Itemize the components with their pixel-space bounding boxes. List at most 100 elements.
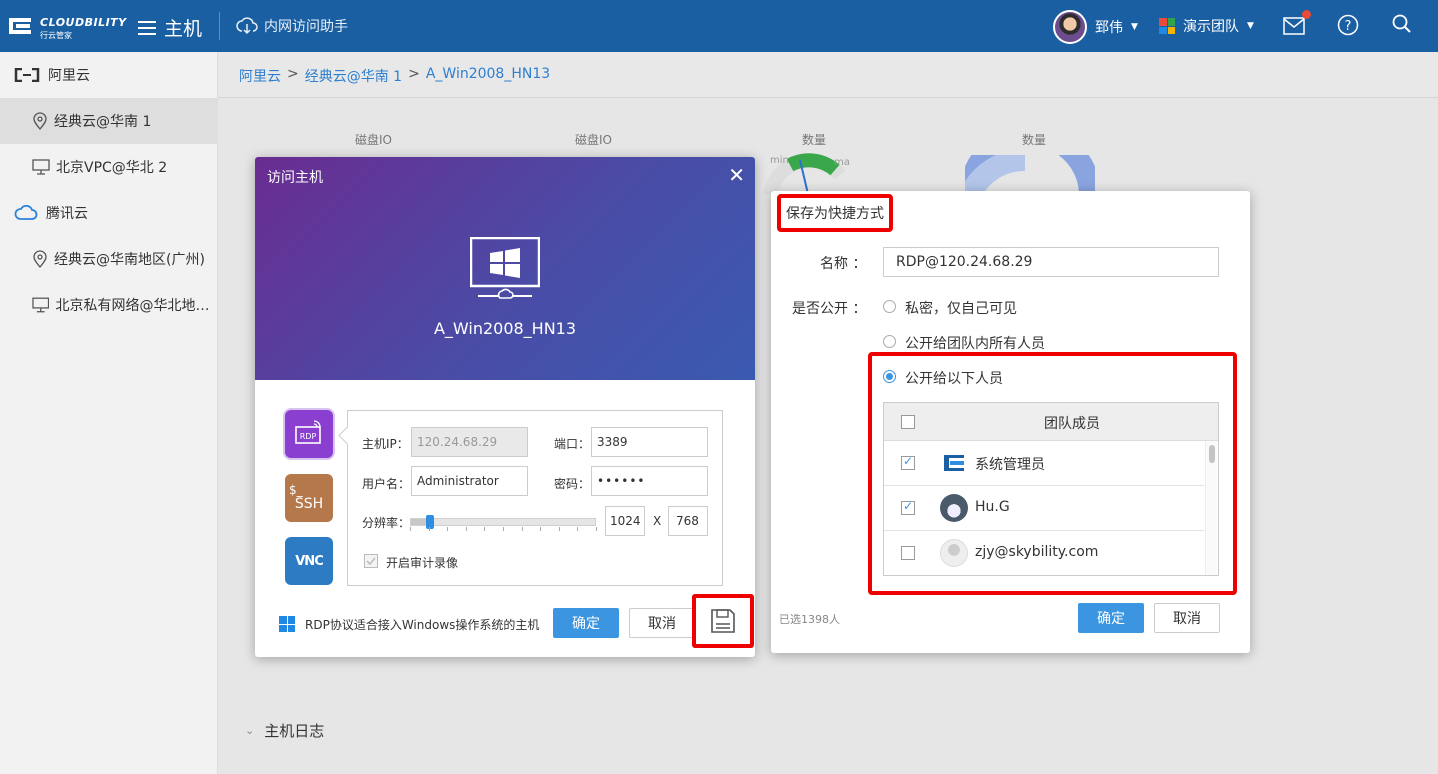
save-shortcut-button[interactable] (692, 594, 754, 648)
radio-selected-members-label: 公开给以下人员 (905, 371, 1003, 387)
sidebar-item-label: 经典云@华南地区(广州) (54, 252, 205, 268)
dialog-title: 访问主机 (267, 170, 323, 186)
resolution-slider[interactable] (410, 515, 596, 529)
breadcrumb-item[interactable]: 经典云@华南 1 (305, 66, 402, 86)
table-row[interactable]: zjy@skybility.com (884, 531, 1204, 575)
section-title: 主机日志 (264, 722, 325, 740)
table-header: 团队成员 (884, 403, 1218, 441)
sidebar-item-label: 经典云@华南 1 (54, 114, 152, 130)
username-label: 用户名： (362, 477, 411, 491)
breadcrumb-item[interactable]: A_Win2008_HN13 (426, 66, 550, 86)
sidebar-item-label: 阿里云 (48, 68, 90, 84)
member-checkbox[interactable] (901, 454, 915, 470)
search-icon[interactable] (1392, 14, 1416, 38)
table-row[interactable]: Hu.G (884, 486, 1204, 531)
breadcrumb-item[interactable]: 阿里云 (239, 66, 281, 86)
sidebar-item-classic-huanan1[interactable]: 经典云@华南 1 (0, 98, 218, 144)
audit-record-checkbox[interactable] (364, 554, 378, 568)
sidebar-item-label: 腾讯云 (46, 206, 88, 222)
resolution-height-field[interactable]: 768 (668, 506, 708, 536)
host-name: A_Win2008_HN13 (433, 319, 577, 338)
resolution-x-label: X (653, 514, 662, 528)
radio-selected-members[interactable] (883, 370, 896, 383)
notification-dot (1302, 10, 1311, 19)
aliyun-icon (14, 68, 40, 82)
sidebar-item-tencent[interactable]: 腾讯云 (0, 190, 218, 236)
cloud-download-icon (236, 17, 258, 35)
team-name: 演示团队 (1183, 19, 1239, 35)
hamburger-icon (138, 20, 156, 35)
dialog-title: 保存为快捷方式 (777, 194, 893, 232)
assistant-label: 内网访问助手 (264, 19, 348, 35)
team-switcher[interactable]: 演示团队 ▼ (1159, 16, 1254, 36)
radio-private-label: 私密，仅自己可见 (905, 301, 1017, 317)
close-icon[interactable]: ✕ (728, 163, 745, 187)
resolution-width-field[interactable]: 1024 (605, 506, 645, 536)
slider-tick (503, 527, 504, 531)
windows-icon (279, 616, 295, 632)
avatar (1053, 10, 1087, 44)
radio-team-all[interactable] (883, 335, 896, 348)
logo-subtext: 行云管家 (40, 31, 72, 40)
main-menu-button[interactable]: 主机 (138, 14, 202, 41)
avatar (940, 494, 968, 522)
scrollbar-thumb[interactable] (1209, 445, 1215, 463)
resolution-label: 分辨率： (362, 516, 411, 530)
logo-text: CLOUDBILITY (40, 16, 127, 29)
host-ip-label: 主机IP： (362, 437, 409, 451)
vnc-icon: VNC (295, 553, 324, 569)
svg-text:?: ? (1345, 19, 1352, 34)
shortcut-name-field[interactable]: RDP@120.24.68.29 (883, 247, 1219, 277)
member-checkbox[interactable] (901, 499, 915, 515)
sidebar: 阿里云 经典云@华南 1 北京VPC@华北 2 腾讯云 经典云@华南地区(广州)… (0, 52, 218, 774)
password-field[interactable]: •••••• (591, 466, 708, 496)
slider-tick (521, 527, 523, 531)
user-menu[interactable]: 郅伟 ▼ (1053, 10, 1138, 44)
vnc-protocol-button[interactable]: VNC (285, 537, 333, 585)
host-log-section[interactable]: ⌄ 主机日志 (245, 720, 324, 741)
check-icon (366, 557, 376, 566)
gauge-label: 磁盘IO (575, 133, 612, 147)
gauge-min-label: min (770, 155, 789, 166)
scrollbar[interactable] (1205, 441, 1217, 575)
slider-handle[interactable] (425, 515, 434, 529)
team-members-table: 团队成员 系统管理员 Hu.G zjy@skybility.com (883, 402, 1219, 576)
caret-down-icon: ▼ (1247, 21, 1254, 31)
username-field[interactable]: Administrator (411, 466, 528, 496)
user-name: 郅伟 (1095, 20, 1123, 36)
cancel-button[interactable]: 取消 (1154, 603, 1220, 633)
radio-team-all-label: 公开给团队内所有人员 (905, 336, 1045, 352)
save-shortcut-dialog: 保存为快捷方式 名称 ： RDP@120.24.68.29 是否公开 ： 私密，… (771, 191, 1250, 653)
slider-tick (428, 527, 430, 531)
sidebar-item-beijing-private[interactable]: 北京私有网络@华北地区... (0, 282, 218, 328)
cloudbility-logo-icon (9, 18, 31, 34)
sidebar-item-classic-guangzhou[interactable]: 经典云@华南地区(广州) (0, 236, 218, 282)
top-bar: CLOUDBILITY 行云管家 主机 内网访问助手 郅伟 ▼ 演示团队 ▼ ? (0, 0, 1438, 52)
confirm-button[interactable]: 确定 (1078, 603, 1144, 633)
floppy-disk-icon (711, 609, 735, 633)
radio-private[interactable] (883, 300, 896, 313)
terminal-prompt: $_ (289, 482, 303, 497)
access-host-dialog: 访问主机 ✕ A_Win2008_HN13 RDP $_ SSH VNC 主机I… (255, 157, 755, 657)
select-all-checkbox[interactable] (901, 415, 915, 429)
admin-avatar-icon (944, 455, 964, 471)
cancel-button[interactable]: 取消 (629, 608, 695, 638)
port-field[interactable]: 3389 (591, 427, 708, 457)
sidebar-item-label: 北京VPC@华北 2 (56, 160, 168, 176)
intranet-assistant-link[interactable]: 内网访问助手 (236, 16, 348, 36)
logo[interactable]: CLOUDBILITY 行云管家 (6, 10, 126, 42)
sidebar-item-beijing-vpc[interactable]: 北京VPC@华北 2 (0, 144, 218, 190)
sidebar-item-aliyun[interactable]: 阿里云 (0, 52, 218, 98)
confirm-button[interactable]: 确定 (553, 608, 619, 638)
divider (219, 12, 220, 40)
ssh-protocol-button[interactable]: $_ SSH (285, 474, 333, 522)
mail-icon[interactable] (1283, 10, 1311, 38)
help-icon[interactable]: ? (1337, 14, 1361, 38)
dialog-header: 访问主机 ✕ A_Win2008_HN13 (255, 157, 755, 380)
table-row[interactable]: 系统管理员 (884, 441, 1204, 486)
rdp-protocol-button[interactable]: RDP (285, 410, 333, 458)
rdp-icon: RDP (295, 420, 321, 444)
location-pin-icon (33, 250, 47, 268)
member-checkbox[interactable] (901, 546, 915, 560)
location-pin-icon (33, 112, 47, 130)
